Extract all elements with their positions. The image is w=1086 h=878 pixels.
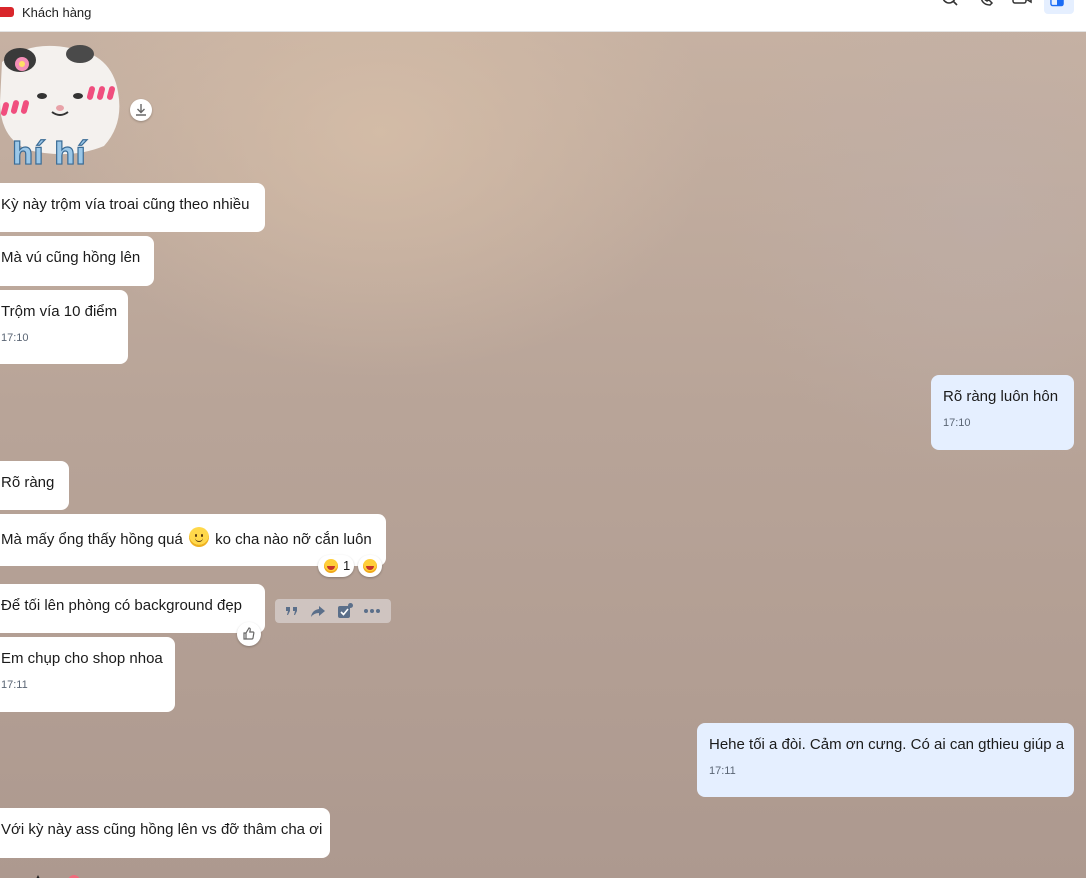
laugh-emoji-icon [363,559,377,573]
quote-icon[interactable] [283,602,301,620]
message-text: Trộm vía 10 điểm [1,303,118,320]
message-text: Kỳ này trộm vía troai cũng theo nhiều [1,196,250,213]
message-time: 17:11 [709,765,736,777]
my-message-bubble[interactable]: Hehe tối a đòi. Cảm ơn cưng. Có ai can g… [697,723,1074,797]
message-text: Hehe tối a đòi. Cảm ơn cưng. Có ai can g… [709,736,1065,753]
smile-emoji-icon [188,527,209,547]
message-bubble[interactable]: Để tối lên phòng có background đẹp [0,584,265,633]
message-text: ko cha nào nỡ cắn luôn [215,531,372,548]
message-list[interactable]: hí hí Kỳ này trộm vía troai cũng theo nh… [0,32,1086,878]
message-time: 17:11 [1,679,28,691]
message-text: Rõ ràng [1,474,55,491]
message-bubble[interactable]: Trộm vía 10 điểm 17:10 [0,290,128,364]
message-text: Mà mấy ổng thấy hồng quá [1,531,183,548]
search-icon[interactable] [937,0,963,14]
customer-label[interactable]: Khách hàng [22,5,91,20]
message-bubble[interactable]: Kỳ này trộm vía troai cũng theo nhiều [0,183,265,232]
thumbs-up-icon [243,627,255,640]
video-call-icon[interactable] [1009,0,1035,14]
partial-sticker[interactable] [28,870,88,878]
message-text: Để tối lên phòng có background đẹp [1,597,243,614]
message-time: 17:10 [1,332,29,344]
reaction-count: 1 [343,558,351,573]
add-reaction-button[interactable] [358,555,382,577]
label-tag-icon [0,7,14,17]
message-text: Mà vú cũng hồng lên [1,249,141,266]
message-actions-toolbar [275,599,391,623]
message-text: Với kỳ này ass cũng hồng lên vs đỡ thâm … [1,821,323,838]
message-text: Em chụp cho shop nhoa [1,650,163,667]
like-button[interactable] [237,622,261,646]
more-options-icon[interactable] [363,602,381,620]
chat-header: Khách hàng [0,0,1086,32]
download-icon [136,104,146,116]
sticker-caption: hí hí [12,137,87,172]
message-bubble[interactable]: Với kỳ này ass cũng hồng lên vs đỡ thâm … [0,808,330,858]
download-sticker-button[interactable] [130,99,152,121]
message-text: Rõ ràng luôn hôn [943,388,1059,405]
message-bubble[interactable]: Rõ ràng [0,461,69,510]
forward-icon[interactable] [309,602,327,620]
layout-panel-icon[interactable] [1044,0,1074,14]
phone-icon[interactable] [973,0,999,14]
message-bubble[interactable]: Mà vú cũng hồng lên [0,236,154,286]
laugh-emoji-icon [324,559,338,573]
message-bubble[interactable]: Em chụp cho shop nhoa 17:11 [0,637,175,712]
message-time: 17:10 [943,417,971,429]
my-message-bubble[interactable]: Rõ ràng luôn hôn 17:10 [931,375,1074,450]
cat-sticker[interactable]: hí hí [0,42,124,173]
assign-task-icon[interactable] [336,602,354,620]
reaction-summary[interactable]: 1 [318,555,354,577]
